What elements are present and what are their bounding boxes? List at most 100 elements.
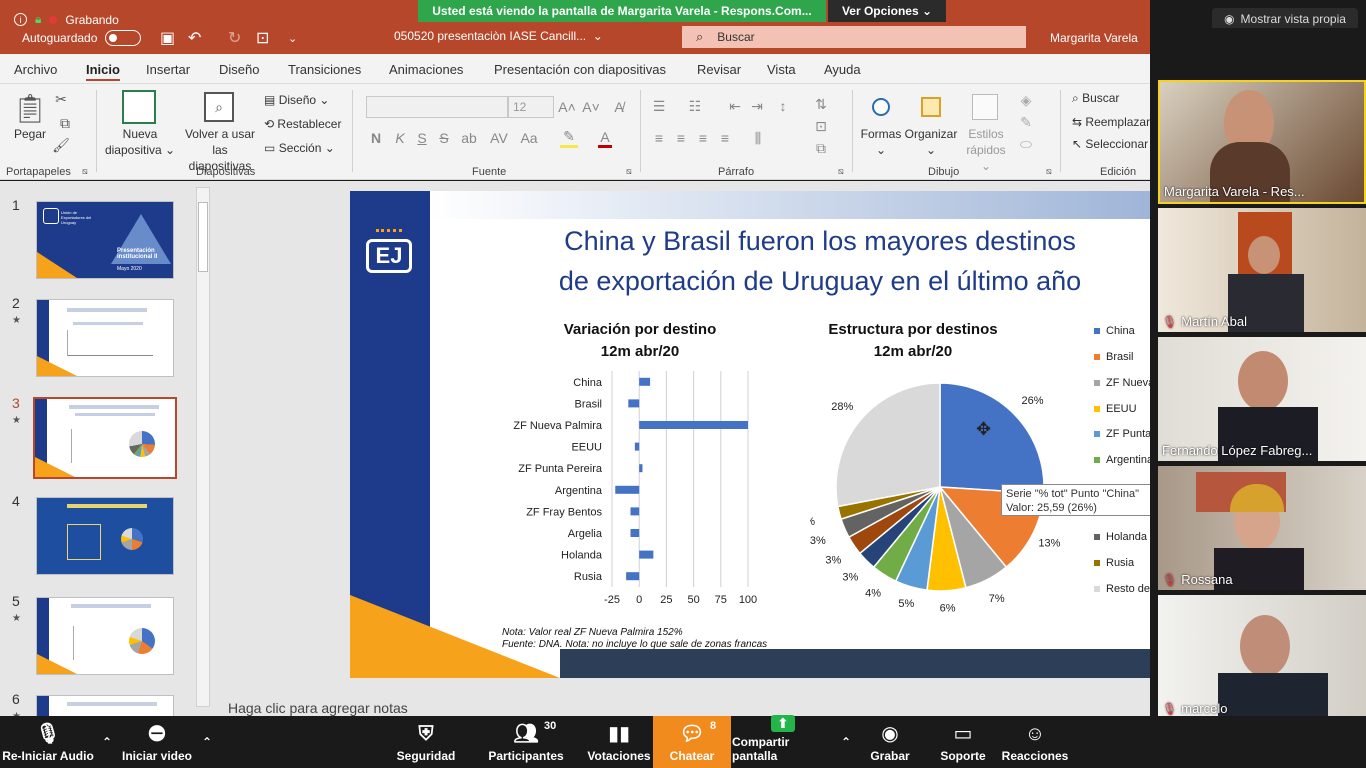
participant-tile-4[interactable]: 🎙︎ Rossana [1158, 466, 1366, 590]
share-options-caret[interactable]: ⌃ [836, 716, 856, 768]
arrange-icon[interactable] [916, 92, 946, 122]
shrink-font-icon[interactable]: A˅ [582, 96, 600, 118]
participant-tile-2[interactable]: 🎙︎ Martín Abal [1158, 208, 1366, 332]
new-slide-button[interactable]: Nueva diapositiva ⌄ [102, 126, 178, 158]
text-direction-icon[interactable]: ⇅ [812, 94, 830, 114]
tab-vista[interactable]: Vista [767, 62, 796, 77]
document-title[interactable]: 050520 presentaciòn IASE Cancill... ⌄ [394, 29, 603, 43]
participant-tile-3[interactable]: Fernando López Fabreg... [1158, 337, 1366, 461]
select-button[interactable]: ↖ Seleccionar [1072, 136, 1150, 152]
increase-indent-icon[interactable]: ⇥ [748, 96, 766, 116]
bar[interactable] [639, 377, 651, 386]
bar-chart[interactable]: -25 0 25 50 75 100 China Brasil ZF Nueva Palmira… [500, 369, 770, 609]
bar[interactable] [626, 572, 640, 581]
bold-icon[interactable]: N [368, 128, 384, 148]
reuse-slides-icon[interactable]: ⌕ [204, 92, 234, 122]
participant-tile-5[interactable]: 🎙︎ marcelo [1158, 595, 1366, 719]
paste-icon[interactable]: 📋︎ [12, 90, 48, 126]
strikethrough-icon[interactable]: ab [458, 128, 480, 148]
tab-transiciones[interactable]: Transiciones [288, 62, 361, 77]
arrange-button[interactable]: Organizar ⌄ [904, 126, 958, 158]
layout-button[interactable]: ▤ Diseño ⌄ [264, 92, 329, 108]
tab-presentacion[interactable]: Presentación con diapositivas [494, 62, 666, 77]
bar[interactable] [628, 399, 640, 408]
share-screen-button[interactable]: ⬆ Compartir pantalla [732, 715, 834, 768]
numbering-icon[interactable]: ☷ [686, 96, 704, 116]
slide-title[interactable]: China y Brasil fueron los mayores destin… [500, 221, 1140, 301]
decrease-indent-icon[interactable]: ⇤ [726, 96, 744, 116]
highlight-icon[interactable]: ✎ [560, 128, 578, 148]
smartart-icon[interactable]: ⧉ [812, 138, 830, 158]
bar[interactable] [634, 442, 640, 451]
line-spacing-icon[interactable]: ↕ [774, 96, 792, 116]
shapes-button[interactable]: Formas ⌄ [856, 126, 906, 158]
shadow-icon[interactable]: S [436, 128, 452, 148]
bar[interactable] [639, 550, 654, 559]
autosave[interactable]: Autoguardado [22, 30, 142, 46]
account-name[interactable]: Margarita Varela [1050, 31, 1138, 45]
copy-icon[interactable]: ⧉ [52, 114, 78, 132]
slide-thumbnail-4[interactable] [36, 497, 174, 575]
chat-button[interactable]: 💬︎ Chatear [653, 716, 731, 768]
justify-icon[interactable]: ≡ [716, 128, 734, 148]
italic-icon[interactable]: K [392, 128, 408, 148]
support-button[interactable]: ▭ Soporte [934, 716, 992, 768]
slide-thumbnail-3-selected[interactable] [33, 397, 177, 479]
dialog-launcher-icon[interactable]: ⧅ [82, 166, 88, 177]
spacing-icon[interactable]: AV [488, 128, 510, 148]
info-icon[interactable]: i [14, 13, 27, 26]
replace-button[interactable]: ⇆ Reemplazar [1072, 114, 1150, 130]
tab-diseno[interactable]: Diseño [219, 62, 259, 77]
video-options-caret[interactable]: ⌃ [196, 716, 218, 768]
search-box[interactable]: ⌕ Buscar [682, 26, 1026, 48]
align-left-icon[interactable]: ≡ [650, 128, 668, 148]
present-icon[interactable]: ⊡ [256, 28, 269, 48]
quick-styles-icon[interactable] [970, 92, 1000, 122]
clear-format-icon[interactable]: A̸ [610, 96, 628, 118]
change-case-icon[interactable]: Aa [516, 128, 542, 148]
slide-thumbnail-2[interactable] [36, 299, 174, 377]
view-options-button[interactable]: Ver Opciones ⌄ [828, 0, 946, 22]
tab-revisar[interactable]: Revisar [697, 62, 741, 77]
align-center-icon[interactable]: ≡ [672, 128, 690, 148]
polls-button[interactable]: ▮▮ Votaciones [586, 716, 652, 768]
format-painter-icon[interactable]: 🖌︎ [52, 136, 70, 154]
slide-thumbnails-pane[interactable]: 1 Unión de Exportadores del Uruguay Pres… [0, 181, 215, 716]
bullets-icon[interactable]: ☰ [650, 96, 668, 116]
slide-thumbnail-6[interactable] [36, 695, 174, 716]
security-button[interactable]: ⛨ Seguridad [394, 716, 458, 768]
redo-icon[interactable]: ↻ [228, 28, 241, 48]
video-button[interactable]: ⛔︎ Iniciar video [120, 716, 194, 768]
quick-styles-button[interactable]: Estilos rápidos ⌄ [960, 126, 1012, 174]
audio-options-caret[interactable]: ⌃ [96, 716, 118, 768]
grow-font-icon[interactable]: A˄ [558, 96, 576, 118]
thumbnails-scrollbar[interactable] [196, 187, 210, 707]
bar[interactable] [630, 507, 640, 516]
dialog-launcher-icon[interactable]: ⧅ [838, 166, 844, 177]
paste-button[interactable]: Pegar [12, 126, 48, 142]
align-text-icon[interactable]: ⊡ [812, 116, 830, 136]
font-size-select[interactable]: 12 [508, 96, 554, 118]
shapes-icon[interactable] [866, 92, 896, 122]
font-color-icon[interactable]: A [598, 128, 612, 148]
audio-button[interactable]: 🎙︎ Re-Iniciar Audio [0, 716, 96, 768]
tab-animaciones[interactable]: Animaciones [389, 62, 463, 77]
tab-archivo[interactable]: Archivo [14, 62, 57, 77]
save-icon[interactable]: ▣ [160, 28, 175, 48]
dialog-launcher-icon[interactable]: ⧅ [626, 166, 632, 177]
show-own-view-button[interactable]: ◉ Mostrar vista propia [1212, 8, 1358, 30]
tab-ayuda[interactable]: Ayuda [824, 62, 861, 77]
reactions-button[interactable]: ☺ Reacciones [1002, 716, 1069, 768]
section-button[interactable]: ▭ Sección ⌄ [264, 140, 335, 156]
dialog-launcher-icon[interactable]: ⧅ [1046, 166, 1052, 177]
bar[interactable] [630, 529, 640, 537]
align-right-icon[interactable]: ≡ [694, 128, 712, 148]
record-button[interactable]: ◉ Grabar [864, 716, 916, 768]
bar[interactable] [615, 485, 640, 494]
tab-insertar[interactable]: Insertar [146, 62, 190, 77]
slide-thumbnail-5[interactable] [36, 597, 174, 675]
bar[interactable] [639, 421, 748, 429]
scrollbar-thumb[interactable] [198, 202, 208, 272]
underline-icon[interactable]: S [414, 128, 430, 148]
slide-canvas[interactable]: EJ China y Brasil fueron los mayores des… [350, 191, 1150, 678]
